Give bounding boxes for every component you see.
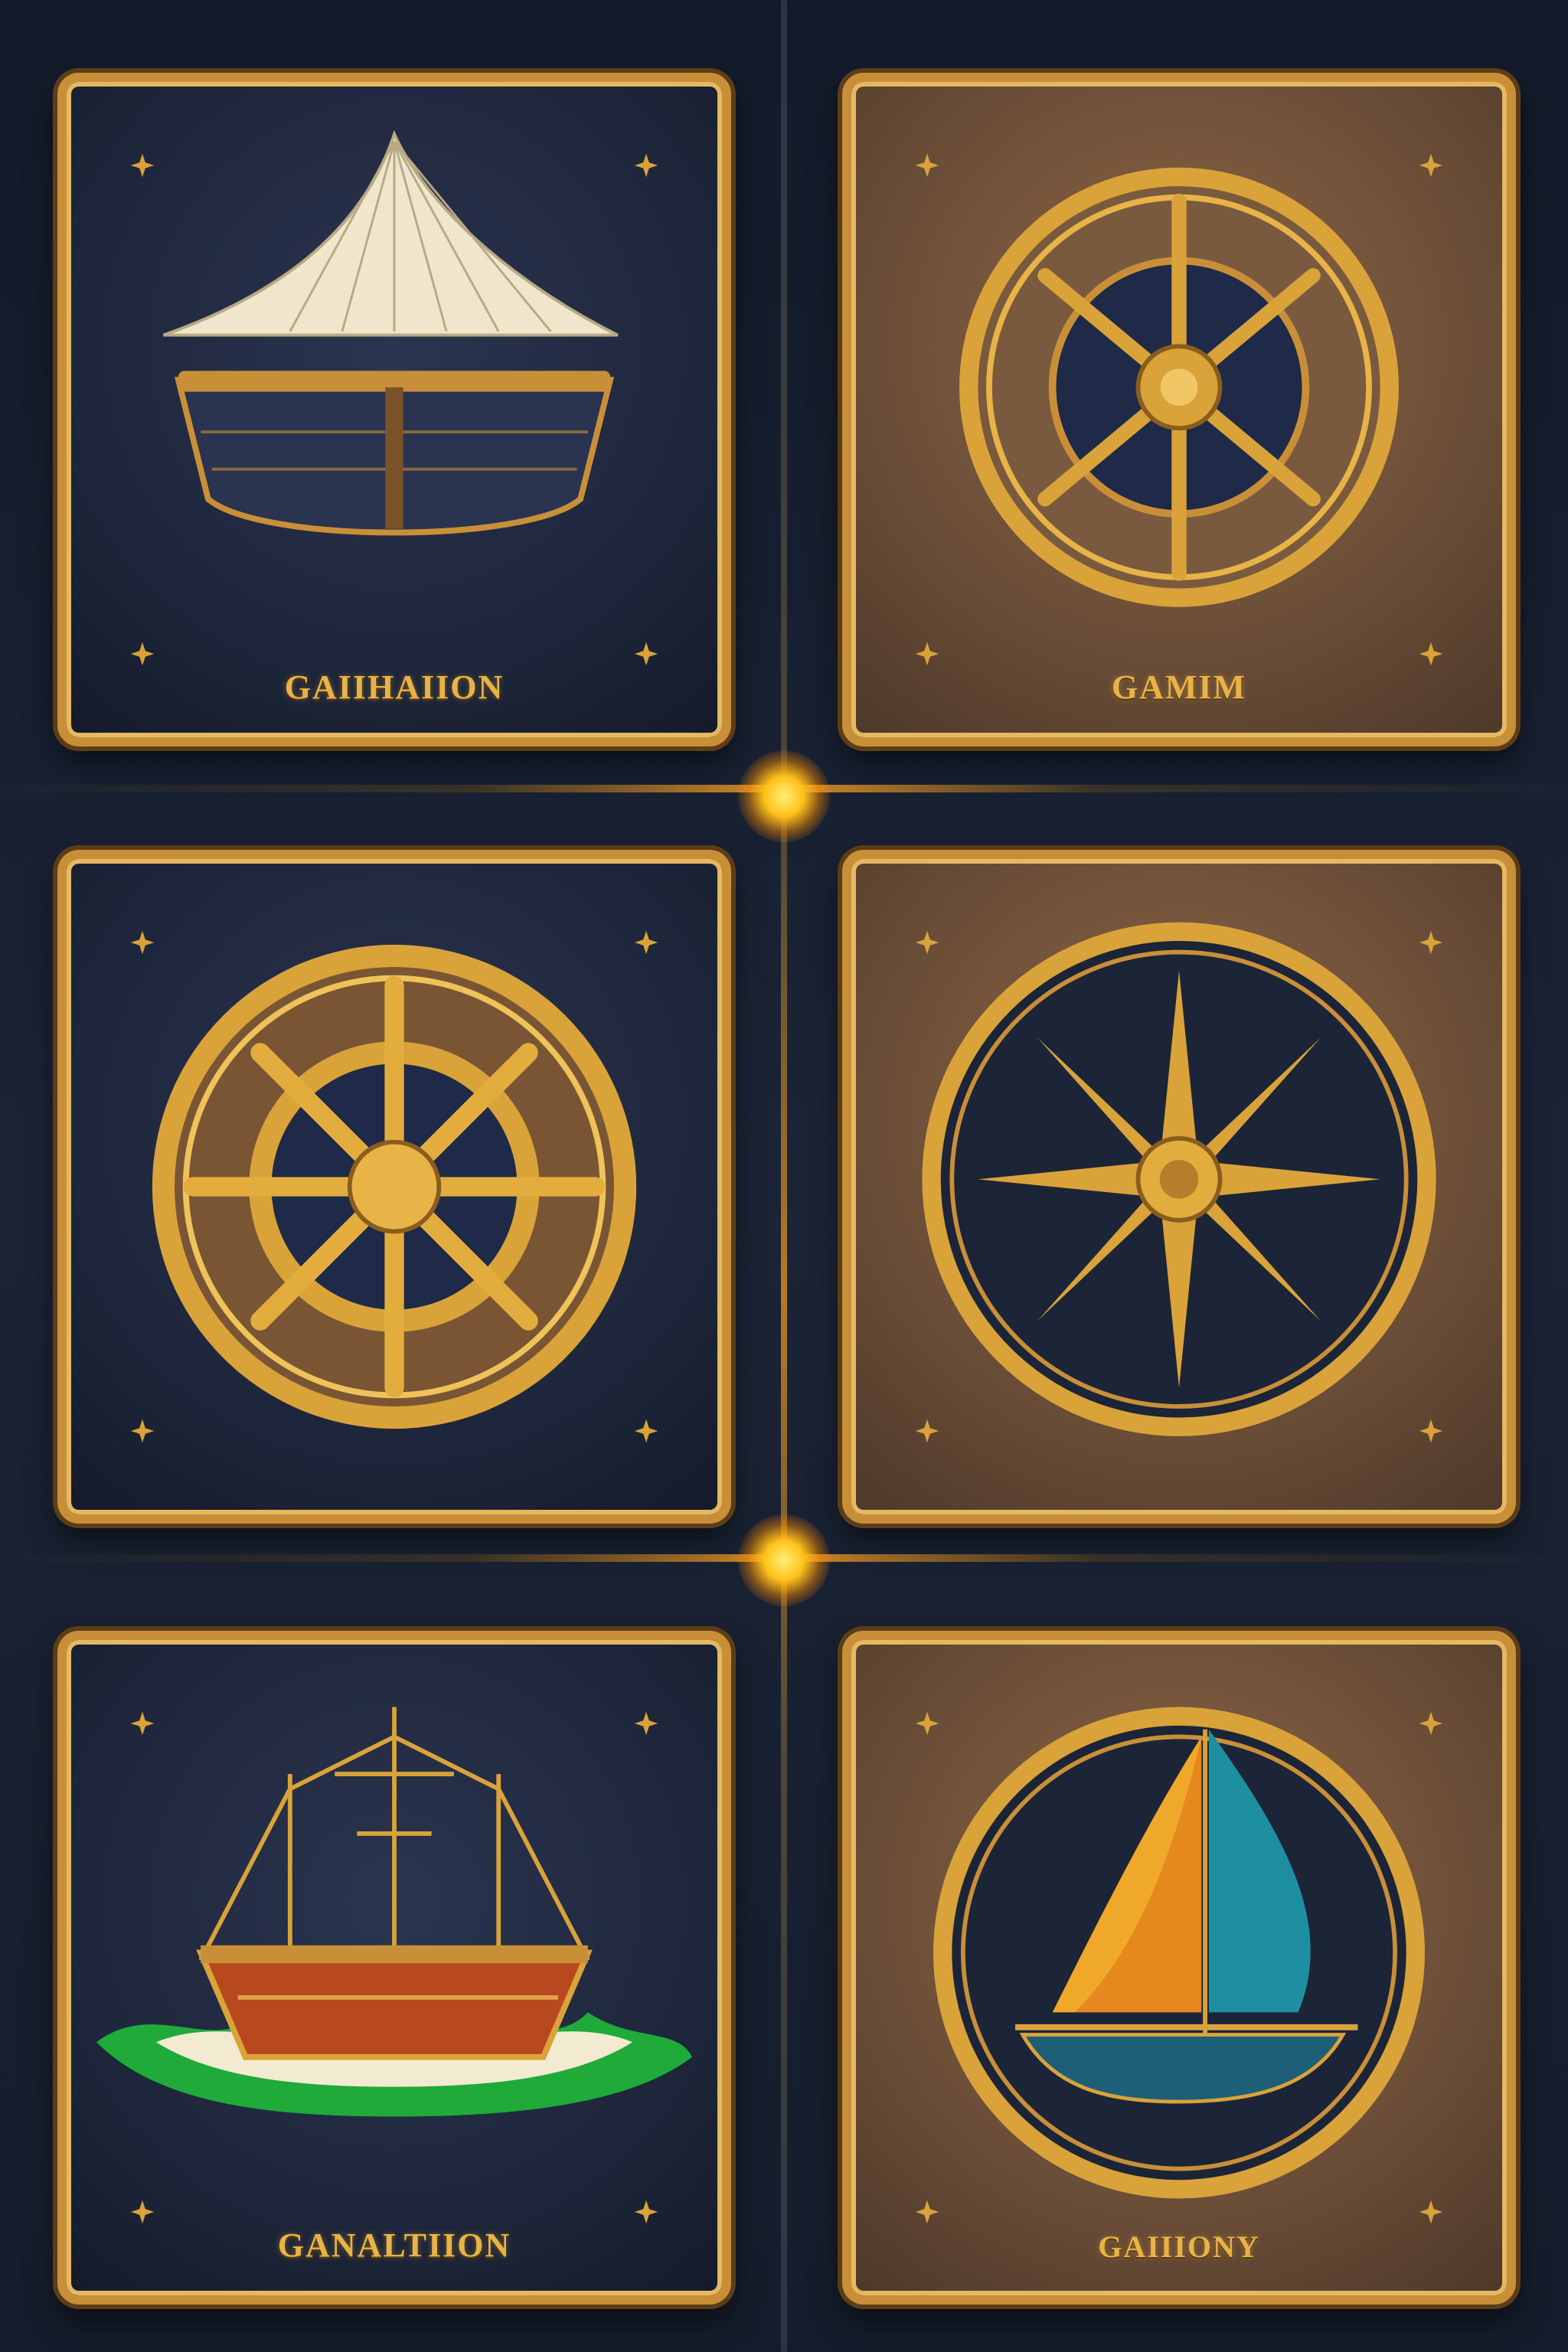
game-tile-4[interactable] [842,850,1516,1524]
tile-label: GAIIIONY [1098,2230,1260,2264]
game-tile-2[interactable]: GAMIM [842,73,1516,746]
tile-label: GAMIM [1111,668,1247,706]
sailing-yacht-icon [933,1707,1425,2199]
game-tile-3[interactable] [57,850,731,1524]
tile-label: GANALTIION [277,2226,511,2264]
game-tile-1[interactable]: GAIIHAIION [57,73,731,746]
tile-label: GAIIHAIION [284,668,505,706]
compass-rose-icon [922,922,1436,1436]
galleon-icon [96,1707,693,2117]
glow-node-top [738,750,830,842]
glow-node-bottom [738,1514,830,1606]
game-tile-6[interactable]: GAIIIONY [842,1631,1516,2305]
sailboat-icon [162,129,619,536]
ship-wheel-icon [152,944,637,1429]
ship-wheel-compass-icon [959,167,1399,607]
game-tile-5[interactable]: GANALTIION [57,1631,731,2305]
vertical-divider [781,0,787,2352]
